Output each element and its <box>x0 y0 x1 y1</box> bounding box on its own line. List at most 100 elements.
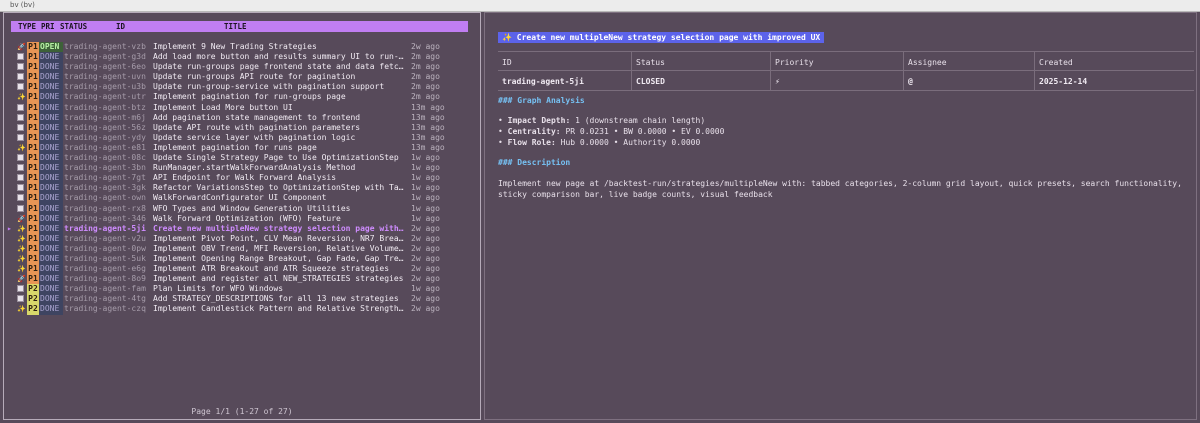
status-badge: DONE <box>39 52 63 63</box>
issue-title: Implement Pivot Point, CLV Mean Reversio… <box>153 233 404 243</box>
table-divider <box>1034 51 1035 91</box>
priority-badge: P1 <box>27 153 39 164</box>
issue-list-pane[interactable]: TYPE PRI STATUS ID TITLE 🚀 P1 OPEN trading-… <box>3 12 481 420</box>
checkbox-icon <box>17 82 27 92</box>
issue-id: trading-agent-346 <box>64 213 146 223</box>
priority-badge: P1 <box>27 142 39 154</box>
issue-row[interactable]: 🚀 P1 DONE trading-agent-346 Walk Forward Opt… <box>11 213 477 224</box>
issue-row[interactable]: P1 DONE trading-agent-m6j Add pagination st… <box>11 112 477 123</box>
status-badge: DONE <box>39 102 63 113</box>
issue-age: 13m ago <box>411 122 445 132</box>
issue-id: trading-agent-v2u <box>64 233 146 243</box>
issue-age: 1w ago <box>411 284 440 294</box>
issue-row[interactable]: P1 DONE trading-agent-7gt API Endpoint for … <box>11 173 477 184</box>
issue-row[interactable]: P1 DONE trading-agent-56z Update API route … <box>11 122 477 133</box>
issue-title: Refactor VariationsStep to OptimizationS… <box>153 183 404 193</box>
issue-row[interactable]: ✨ P1 DONE trading-agent-e81 Implement pagina… <box>11 142 477 154</box>
issue-row[interactable]: P2 DONE trading-agent-fam Plan Limits for W… <box>11 284 477 295</box>
priority-badge: P1 <box>27 253 39 265</box>
th-assignee: Assignee <box>908 58 947 67</box>
priority-badge: P1 <box>27 243 39 254</box>
issue-age: 2w ago <box>411 304 440 314</box>
status-badge: OPEN <box>39 42 63 53</box>
issue-title: Implement pagination for run-groups page <box>153 92 346 102</box>
sparkle-icon: ✨ <box>17 265 26 274</box>
priority-badge: P1 <box>27 122 39 133</box>
window-titlebar: bv (bv) <box>0 0 1200 12</box>
metric-impact-depth: • Impact Depth: 1 (downstream chain leng… <box>498 116 706 125</box>
issue-row[interactable]: ✨ P1 DONE trading-agent-0pw Implement OBV Tr… <box>11 243 477 254</box>
issue-title: Update run-groups API route for paginati… <box>153 72 356 82</box>
priority-badge: P1 <box>27 213 39 224</box>
status-badge: DONE <box>39 294 63 305</box>
issue-age: 1w ago <box>411 173 440 183</box>
issue-row[interactable]: P1 DONE trading-agent-ydy Update service la… <box>11 132 477 143</box>
issue-row[interactable]: P1 DONE trading-agent-own WalkForwardConfig… <box>11 193 477 204</box>
issue-id: trading-agent-5ji <box>64 223 146 233</box>
issue-row[interactable]: 🚀 P1 OPEN trading-agent-vzb Implement 9 New … <box>11 42 477 53</box>
priority-badge: P1 <box>27 173 39 184</box>
detail-title: ✨ Create new multipleNew strategy select… <box>498 32 825 43</box>
issue-row[interactable]: P1 DONE trading-agent-6eo Update run-groups… <box>11 62 477 73</box>
issue-row[interactable]: ✨ P1 DONE trading-agent-5uk Implement Openin… <box>11 253 477 265</box>
sparkle-icon: ✨ <box>17 93 26 102</box>
issue-title: Add pagination state management to front… <box>153 112 361 122</box>
issue-row[interactable]: ▸ ✨ P1 DONE trading-agent-5ji Create new mult… <box>7 223 477 234</box>
issue-age: 2w ago <box>411 42 440 51</box>
status-badge: DONE <box>39 142 63 154</box>
checkbox-icon <box>17 153 27 163</box>
status-badge: DONE <box>39 112 63 123</box>
status-badge: DONE <box>39 82 63 93</box>
issue-age: 1w ago <box>411 203 440 213</box>
checkbox-icon <box>17 163 27 173</box>
issue-age: 13m ago <box>411 102 445 112</box>
issue-title: Update Single Strategy Page to Use Optim… <box>153 153 399 163</box>
issue-age: 2m ago <box>411 92 440 102</box>
priority-badge: P1 <box>27 72 39 83</box>
issue-row[interactable]: 🚀 P1 DONE trading-agent-8o9 Implement and re… <box>11 274 477 285</box>
issue-row[interactable]: ✨ P2 DONE trading-agent-czq Implement Candle… <box>11 304 477 315</box>
status-badge: DONE <box>39 243 63 254</box>
issue-age: 2m ago <box>411 62 440 72</box>
issue-row[interactable]: P1 DONE trading-agent-3bn RunManager.startW… <box>11 163 477 174</box>
status-badge: DONE <box>39 264 63 275</box>
issue-row[interactable]: ✨ P1 DONE trading-agent-v2u Implement Pivot … <box>11 233 477 244</box>
header-title: TITLE <box>224 22 247 31</box>
issue-row[interactable]: P1 DONE trading-agent-u3b Update run-group-… <box>11 82 477 93</box>
checkbox-icon <box>17 103 27 113</box>
issue-row[interactable]: P1 DONE trading-agent-3gk Refactor Variatio… <box>11 183 477 194</box>
issue-id: trading-agent-btz <box>64 102 146 112</box>
detail-table: ID Status Priority Assignee Created trad… <box>498 51 1194 91</box>
issue-row[interactable]: P1 DONE trading-agent-rx8 WFO Types and Win… <box>11 203 477 214</box>
metric-centrality: • Centrality: PR 0.0231 • BW 0.0000 • EV… <box>498 127 725 136</box>
status-badge: DONE <box>39 62 63 73</box>
header-id: ID <box>116 22 126 31</box>
issue-row[interactable]: ✨ P1 DONE trading-agent-e6g Implement ATR Br… <box>11 264 477 275</box>
checkbox-icon <box>17 193 27 203</box>
issue-row[interactable]: P1 DONE trading-agent-uvn Update run-groups… <box>11 72 477 83</box>
priority-badge: P2 <box>27 304 39 315</box>
priority-badge: P1 <box>27 42 39 53</box>
issue-id: trading-agent-e6g <box>64 264 146 274</box>
issue-title: WFO Types and Window Generation Utilitie… <box>153 203 351 213</box>
issue-row[interactable]: P1 DONE trading-agent-08c Update Single Str… <box>11 153 477 164</box>
issue-row[interactable]: P1 DONE trading-agent-g3d Add load more but… <box>11 52 477 63</box>
graph-analysis-heading: ### Graph Analysis <box>498 96 585 105</box>
checkbox-icon <box>17 173 27 183</box>
th-created: Created <box>1039 58 1073 67</box>
status-badge: DONE <box>39 284 63 295</box>
checkbox-icon <box>17 52 27 62</box>
issue-id: trading-agent-4tg <box>64 294 146 304</box>
issue-title: Create new multipleNew strategy selectio… <box>153 223 404 233</box>
priority-badge: P1 <box>27 62 39 73</box>
detail-table-row: trading-agent-5ji CLOSED ⚡ @ 2025-12-14 <box>498 71 1194 91</box>
metric-value: 1 (downstream chain length) <box>575 116 706 125</box>
table-divider <box>631 51 632 91</box>
issue-row[interactable]: P1 DONE trading-agent-btz Implement Load Mo… <box>11 102 477 113</box>
issue-id: trading-agent-ydy <box>64 132 146 142</box>
issue-id: trading-agent-czq <box>64 304 146 314</box>
priority-badge: P1 <box>27 132 39 143</box>
issue-row[interactable]: ✨ P1 DONE trading-agent-utr Implement pagina… <box>11 92 477 103</box>
issue-row[interactable]: P2 DONE trading-agent-4tg Add STRATEGY_DESC… <box>11 294 477 305</box>
issue-age: 1w ago <box>411 213 440 223</box>
